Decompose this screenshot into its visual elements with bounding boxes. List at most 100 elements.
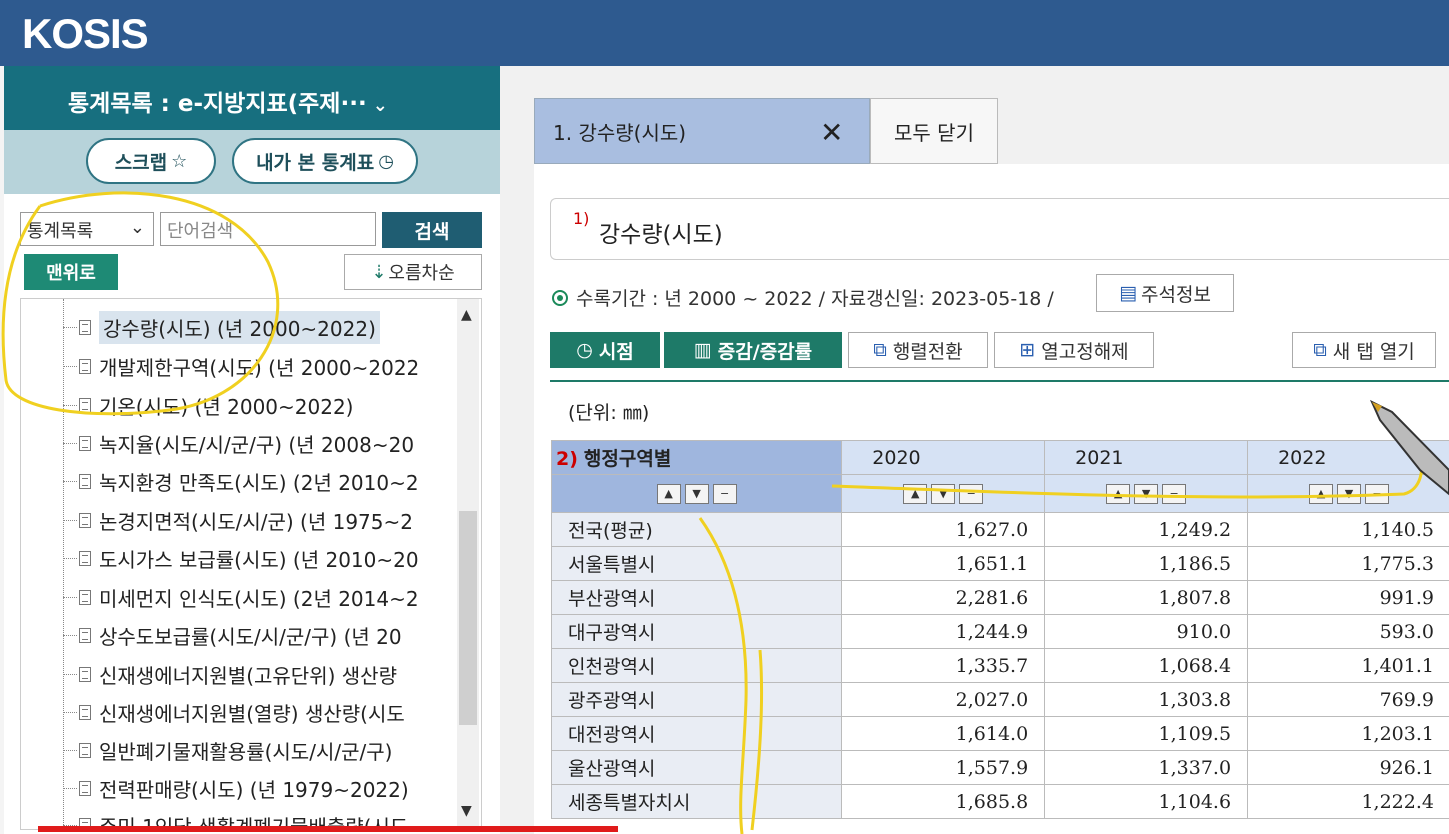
document-icon [79,435,91,451]
tree-item[interactable]: 논경지면적(시도/시/군) (년 1975~2 [63,502,473,538]
sort-down-icon[interactable]: ▼ [684,484,709,504]
sort-down-icon[interactable]: ▼ [931,484,956,504]
tree-item[interactable]: 녹지환경 만족도(시도) (2년 2010~2 [63,463,473,499]
document-icon [79,627,91,643]
table-cell: 1,186.5 [1044,546,1249,581]
sort-down-icon[interactable]: ▼ [1337,484,1362,504]
tree-item-label: 상수도보급률(시도/시/군/구) (년 20 [99,624,402,649]
unfreeze-columns-button[interactable]: ⊞ 열고정해제 [994,332,1154,368]
row-header[interactable]: 2) 행정구역별 [550,440,843,475]
sidebar-button-bar: 스크랩 ☆ 내가 본 통계표 ◷ [4,130,500,194]
tree-item[interactable]: 전력판매량(시도) (년 1979~2022) [63,770,473,806]
sort-up-icon[interactable]: ▲ [656,484,681,504]
collapse-icon[interactable]: − [712,484,737,504]
table-title-box: 1) 강수량(시도) [550,198,1449,260]
tree-item-label: 강수량(시도) (년 2000~2022) [99,310,380,344]
row-sort-controls: ▲ ▼ − [550,474,843,513]
tree-scrollbar[interactable]: ▲ ▼ [457,299,479,829]
change-rate-button[interactable]: ▥ 증감/증감률 [664,332,842,368]
collapse-icon[interactable]: − [1162,484,1187,504]
close-all-tabs-button[interactable]: 모두 닫기 [870,98,998,164]
search-input[interactable]: 단어검색 [160,212,376,246]
region-name: 부산광역시 [550,580,843,615]
top-bar: KOSIS [0,0,1449,66]
tree-item[interactable]: 도시가스 보급률(시도) (년 2010~20 [63,540,473,576]
tree-item[interactable]: 신재생에너지원별(열량) 생산량(시도 [63,694,473,730]
table-cell: 1,775.3 [1247,546,1449,581]
year-header[interactable]: 2021 [1044,440,1249,475]
bar-chart-icon: ▥ [693,339,712,361]
tree-item-label: 일반폐기물재활용률(시도/시/군/구) [99,739,393,764]
table-cell: 1,140.5 [1247,512,1449,547]
go-top-button[interactable]: 맨위로 [24,254,118,290]
sidebar: 통계목록 : e-지방지표(주제··· ⌄ 스크랩 ☆ 내가 본 통계표 ◷ 통계목록… [4,66,500,834]
tree-item[interactable]: 강수량(시도) (년 2000~2022) [63,309,473,345]
kosis-logo[interactable]: KOSIS [22,10,149,58]
sort-up-icon[interactable]: ▲ [1309,484,1334,504]
table-row: 서울특별시 1,651.1 1,186.5 1,775.3 [550,546,1449,581]
region-name: 인천광역시 [550,648,843,683]
chevron-down-icon: ⌄ [372,95,388,116]
tree-item[interactable]: 미세먼지 인식도(시도) (2년 2014~2 [63,579,473,615]
tree-item-label: 도시가스 보급률(시도) (년 2010~20 [99,547,419,572]
close-icon[interactable]: ✕ [820,116,843,149]
tree-item[interactable]: 일반폐기물재활용률(시도/시/군/구) [63,732,473,768]
tree-item-label: 신재생에너지원별(열량) 생산량(시도 [99,701,405,726]
search-placeholder: 단어검색 [167,221,234,242]
tree-item-label: 녹지환경 만족도(시도) (2년 2010~2 [99,470,419,495]
tree-item-label: 미세먼지 인식도(시도) (2년 2014~2 [99,586,419,611]
new-tab-button[interactable]: ⧉ 새 탭 열기 [1292,332,1436,368]
transpose-icon: ⧉ [873,339,887,361]
table-cell: 1,203.1 [1247,716,1449,751]
scroll-thumb[interactable] [459,511,477,725]
sort-down-icon[interactable]: ▼ [1134,484,1159,504]
year-header[interactable]: 2022 [1247,440,1449,475]
document-icon [79,666,91,682]
table-cell: 1,401.1 [1247,648,1449,683]
table-row: 광주광역시 2,027.0 1,303.8 769.9 [550,682,1449,717]
scroll-up-icon[interactable]: ▲ [461,307,472,323]
unfreeze-label: 열고정해제 [1041,340,1129,363]
scroll-down-icon[interactable]: ▼ [461,803,472,819]
table-cell: 1,068.4 [1044,648,1249,683]
sort-up-icon[interactable]: ▲ [1106,484,1131,504]
tree-item[interactable]: 기온(시도) (년 2000~2022) [63,387,473,423]
tree-item[interactable]: 상수도보급률(시도/시/군/구) (년 20 [63,617,473,653]
tree-item[interactable]: 녹지율(시도/시/군/구) (년 2008~20 [63,425,473,461]
table-row: 세종특별자치시 1,685.8 1,104.6 1,222.4 [550,784,1449,819]
collapse-icon[interactable]: − [1365,484,1390,504]
transpose-button[interactable]: ⧉ 행렬전환 [848,332,988,368]
title-footnote[interactable]: 1) [573,209,589,228]
year-header[interactable]: 2020 [841,440,1046,475]
time-button[interactable]: ◷ 시점 [550,332,660,368]
document-icon [79,704,91,720]
table-cell: 1,104.6 [1044,784,1249,819]
sort-ascending-button[interactable]: ⇣ 오름차순 [344,254,482,290]
tree-item[interactable]: 신재생에너지원별(고유단위) 생산량 [63,656,473,692]
notes-label: 주석정보 [1141,283,1211,306]
main-panel: 1. 강수량(시도) ✕ 모두 닫기 1) 강수량(시도) 수록기간 : 년 2… [500,66,1449,834]
table-row: 인천광역시 1,335.7 1,068.4 1,401.1 [550,648,1449,683]
collapse-icon[interactable]: − [959,484,984,504]
viewed-tables-button[interactable]: 내가 본 통계표 ◷ [232,138,418,184]
tree-item[interactable]: 개발제한구역(시도) (년 2000~2022 [63,348,473,384]
document-icon [79,589,91,605]
tree-item-label: 논경지면적(시도/시/군) (년 1975~2 [99,509,413,534]
table-cell: 1,249.2 [1044,512,1249,547]
row-header-label: 행정구역별 [583,448,672,470]
sort-up-icon[interactable]: ▲ [903,484,928,504]
scrap-button[interactable]: 스크랩 ☆ [86,138,216,184]
region-name: 세종특별자치시 [550,784,843,819]
search-scope-select[interactable]: 통계목록 ⌄ [20,212,154,246]
header-row: 2) 행정구역별 2020 2021 2022 [550,440,1449,475]
comment-icon: ▤ [1119,282,1138,304]
scrap-label: 스크랩 [114,151,168,174]
search-button[interactable]: 검색 [382,212,482,248]
table-cell: 1,303.8 [1044,682,1249,717]
notes-button[interactable]: ▤ 주석정보 [1096,274,1234,312]
category-dropdown[interactable]: 통계목록 : e-지방지표(주제··· ⌄ [68,84,388,118]
row-header-footnote[interactable]: 2) [556,448,578,470]
document-icon [79,780,91,796]
star-icon: ☆ [171,150,188,172]
document-icon [79,742,91,758]
